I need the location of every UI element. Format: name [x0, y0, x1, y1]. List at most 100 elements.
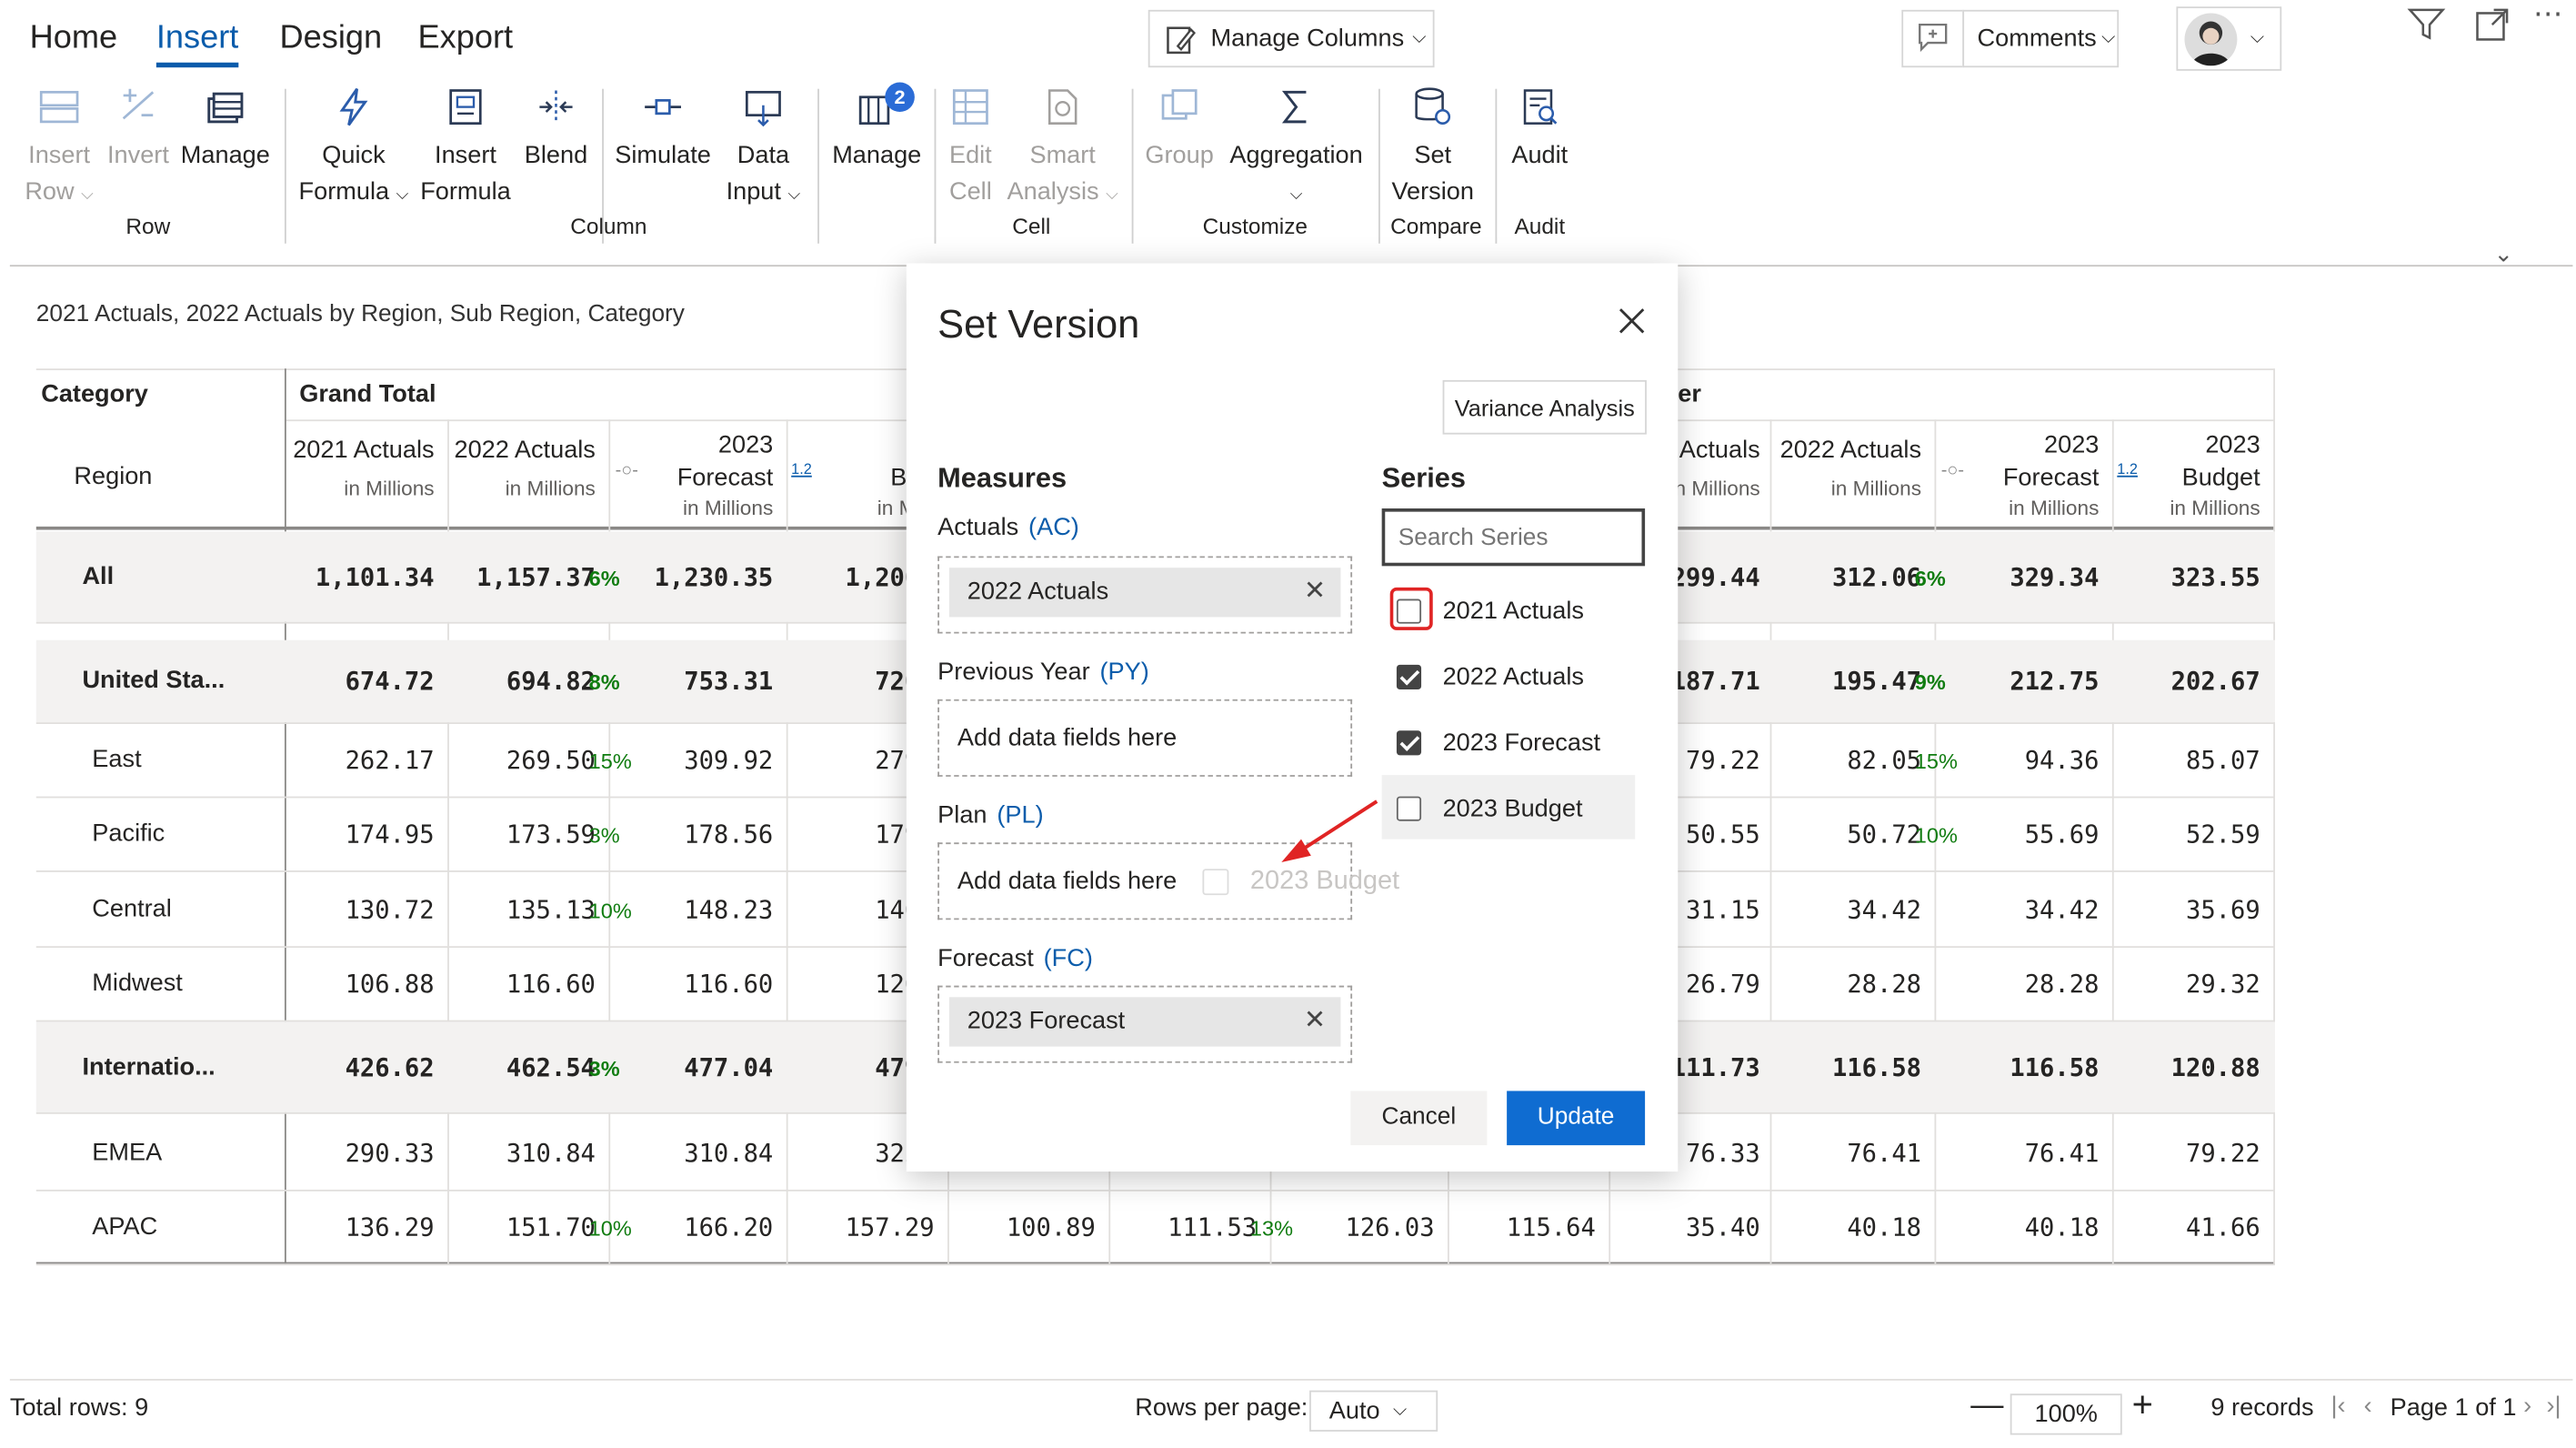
series-checkbox[interactable]	[1396, 730, 1422, 756]
data-cell: 173.59	[506, 819, 596, 849]
records-count: 9 records	[2210, 1393, 2314, 1423]
data-cell: 312.06	[1831, 561, 1922, 592]
manage-column-button[interactable]: 2 Manage	[829, 82, 925, 175]
data-cell: 29.32	[2186, 968, 2260, 999]
remove-chip-icon[interactable]: ✕	[1304, 997, 1326, 1046]
column-header-text: in Millions	[2170, 497, 2260, 520]
group-button[interactable]: Group	[1142, 85, 1218, 175]
manage-columns-label: Manage Columns	[1210, 25, 1405, 53]
data-cell: 52.59	[2186, 819, 2260, 849]
rows-per-page-select[interactable]: Auto ⌵	[1309, 1390, 1438, 1432]
series-item[interactable]: 2021 Actuals	[1396, 596, 1627, 632]
footer-border	[9, 1379, 2573, 1381]
chevron-down-icon: ⌵	[1393, 1400, 1408, 1421]
tab-insert[interactable]: Insert	[155, 20, 239, 68]
series-heading: Series	[1381, 462, 1466, 494]
zoom-out-button[interactable]: —	[1970, 1387, 2003, 1425]
expand-icon[interactable]	[2472, 5, 2511, 52]
invert-button[interactable]: Invert	[102, 85, 175, 175]
plan-label: Plan (PL)	[937, 801, 1044, 830]
row-label: Central	[92, 894, 172, 923]
update-button[interactable]: Update	[1507, 1091, 1646, 1146]
drop-zone-placeholder: Add data fields here	[957, 724, 1178, 752]
sigma-icon	[1226, 85, 1368, 138]
data-cell: 50.72	[1847, 819, 1922, 849]
chevron-down-icon: ⌵	[2101, 27, 2116, 48]
edit-cell-icon	[941, 85, 1000, 138]
series-item[interactable]: 2022 Actuals	[1396, 661, 1627, 698]
series-label: 2023 Budget	[1442, 794, 1583, 823]
next-page-icon[interactable]: ›	[2523, 1392, 2531, 1420]
group-header: er	[1678, 379, 1701, 408]
forecast-chip[interactable]: 2023 Forecast ✕	[948, 997, 1341, 1047]
row-label: All	[82, 561, 115, 590]
data-cell: 115.64	[1506, 1212, 1596, 1242]
previous-year-drop-zone[interactable]: Add data fields here	[937, 699, 1353, 777]
variance-analysis-button[interactable]: Variance Analysis	[1442, 379, 1647, 435]
manage-column-icon: 2	[829, 82, 925, 138]
data-cell: 82.05	[1847, 744, 1922, 775]
comments-dropdown[interactable]: Comments ⌵	[1962, 9, 2120, 68]
remove-chip-icon[interactable]: ✕	[1304, 568, 1326, 617]
zoom-in-button[interactable]: +	[2132, 1383, 2153, 1426]
series-label: 2021 Actuals	[1442, 597, 1584, 626]
region-header: Region	[74, 462, 153, 491]
forecast-drop-zone[interactable]: 2023 Forecast ✕	[937, 985, 1353, 1063]
column-header-text: 2022 Actuals	[1779, 436, 1922, 465]
insert-formula-button[interactable]: Insert Formula	[418, 85, 514, 210]
column-header-text: 2023	[2205, 430, 2260, 459]
aggregation-button[interactable]: Aggregation ⌵	[1226, 85, 1368, 214]
zoom-level-input[interactable]: 100%	[2010, 1393, 2122, 1435]
frozen-column-divider	[284, 368, 286, 1264]
group-label-compare: Compare	[1390, 214, 1482, 239]
data-cell: 135.13	[506, 894, 596, 924]
blend-button[interactable]: Blend	[520, 85, 593, 175]
data-cell: 151.70	[506, 1212, 596, 1242]
close-icon[interactable]	[1614, 303, 1650, 347]
first-page-icon[interactable]: |‹	[2330, 1392, 2345, 1420]
filter-icon[interactable]	[2407, 5, 2446, 52]
smart-analysis-icon	[1007, 85, 1118, 138]
actuals-drop-zone[interactable]: 2022 Actuals ✕	[937, 556, 1353, 634]
set-version-button[interactable]: Set Version	[1388, 85, 1478, 210]
actuals-chip[interactable]: 2022 Actuals ✕	[948, 568, 1341, 618]
drag-arrow-icon	[1281, 799, 1378, 862]
group-label-row: Row	[125, 214, 171, 239]
tab-home[interactable]: Home	[30, 20, 118, 58]
edit-cell-button[interactable]: Edit Cell	[941, 85, 1000, 210]
manage-row-button[interactable]: Manage	[177, 85, 273, 175]
variance-icon: -○-	[615, 460, 638, 481]
series-item[interactable]: 2023 Forecast	[1396, 728, 1627, 764]
total-rows-text: Total rows: 9	[9, 1393, 149, 1423]
insert-row-icon	[23, 85, 95, 138]
tab-export[interactable]: Export	[418, 20, 514, 58]
rows-per-page-label: Rows per page:	[1135, 1393, 1308, 1423]
quick-formula-button[interactable]: Quick Formula ⌵	[296, 85, 412, 214]
manage-columns-button[interactable]: Manage Columns ⌵	[1148, 9, 1435, 68]
data-cell: 195.47	[1831, 666, 1922, 697]
simulate-button[interactable]: Simulate	[614, 85, 713, 175]
insert-row-button[interactable]: Insert Row ⌵	[23, 85, 95, 214]
series-item[interactable]: 2023 Budget	[1396, 793, 1627, 830]
series-checkbox[interactable]	[1396, 796, 1422, 821]
cancel-button[interactable]: Cancel	[1350, 1091, 1488, 1146]
drag-ghost-checkbox	[1202, 869, 1229, 896]
smart-analysis-button[interactable]: Smart Analysis ⌵	[1007, 85, 1118, 214]
user-menu[interactable]: ⌵	[2176, 6, 2282, 71]
comments-label: Comments	[1977, 25, 2097, 53]
tab-design[interactable]: Design	[280, 20, 383, 58]
lightning-icon	[296, 85, 412, 138]
audit-button[interactable]: Audit	[1504, 85, 1577, 175]
ribbon-separator	[1131, 88, 1134, 244]
data-cell: 462.54	[506, 1051, 596, 1082]
prev-page-icon[interactable]: ‹	[2364, 1392, 2372, 1420]
data-cell: 116.58	[1831, 1051, 1922, 1082]
last-page-icon[interactable]: ›|	[2546, 1392, 2561, 1420]
series-checkbox[interactable]	[1396, 664, 1422, 690]
search-series-input[interactable]	[1381, 508, 1646, 567]
more-options-icon[interactable]: ⋯	[2533, 0, 2563, 31]
series-checkbox[interactable]	[1396, 598, 1422, 624]
add-comment-button[interactable]	[1901, 9, 1965, 68]
data-input-button[interactable]: Data Input ⌵	[720, 85, 806, 214]
ribbon-separator	[284, 88, 286, 244]
